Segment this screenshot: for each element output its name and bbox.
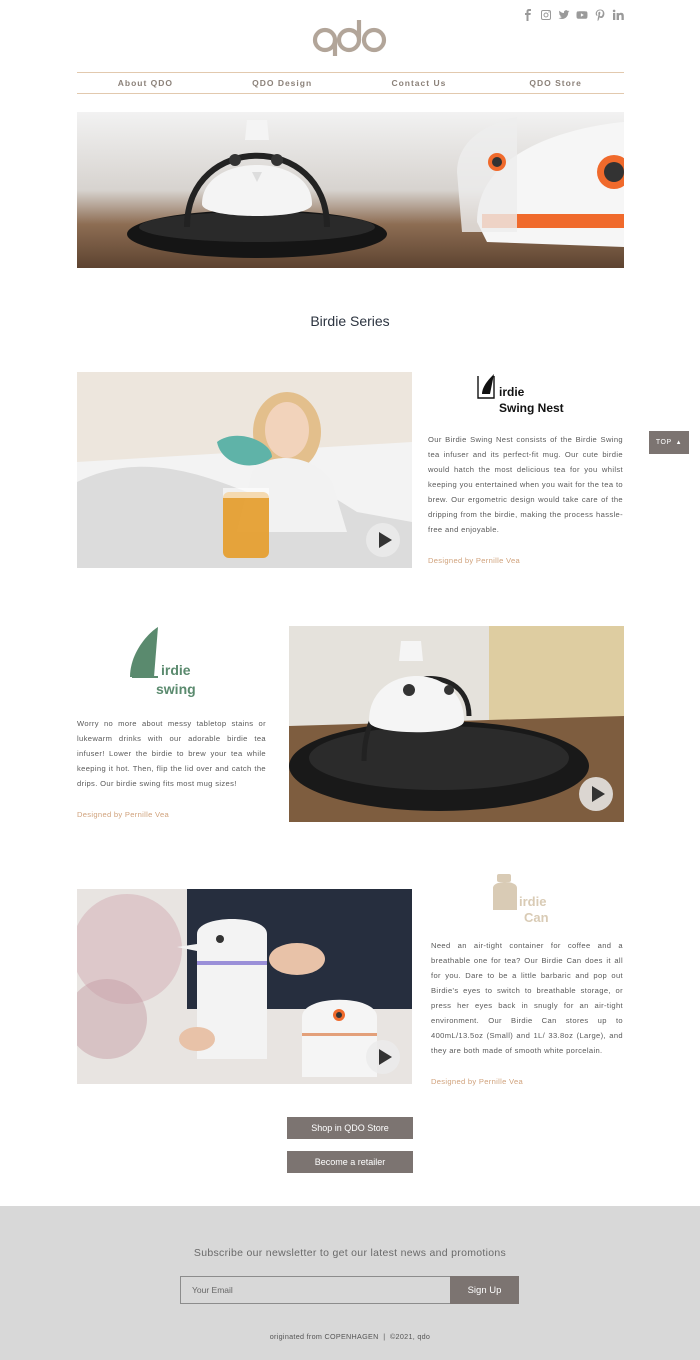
product-description: Our Birdie Swing Nest consists of the Bi… — [428, 435, 623, 534]
main-nav: About QDO QDO Design Contact Us QDO Stor… — [77, 72, 624, 94]
instagram-icon[interactable] — [540, 9, 552, 21]
birdie-can-video[interactable] — [77, 889, 412, 1084]
pinterest-icon[interactable] — [594, 9, 606, 21]
nav-contact[interactable]: Contact Us — [351, 78, 488, 88]
chevron-up-icon: ▲ — [675, 439, 683, 446]
brand-line-1: irdie — [161, 662, 191, 678]
product-description: Need an air-tight container for coffee a… — [431, 941, 623, 1055]
product-description: Worry no more about messy tabletop stain… — [77, 719, 266, 788]
brand-line-1: irdie — [499, 385, 525, 399]
footer: Subscribe our newsletter to get our late… — [0, 1206, 700, 1360]
birdie-swing-video[interactable] — [289, 626, 624, 822]
nav-design[interactable]: QDO Design — [214, 78, 351, 88]
play-video-button[interactable] — [579, 777, 613, 811]
section-title: Birdie Series — [310, 313, 390, 329]
brand-line-2: swing — [156, 681, 196, 697]
youtube-icon[interactable] — [576, 9, 588, 21]
email-input[interactable] — [180, 1276, 451, 1304]
newsletter-text: Subscribe our newsletter to get our late… — [193, 1247, 507, 1259]
nav-store[interactable]: QDO Store — [487, 78, 624, 88]
brand-line-1: irdie — [519, 894, 547, 909]
birdie-swing-nest-logo: irdie Swing Nest — [476, 370, 566, 418]
qdo-logo[interactable] — [311, 16, 389, 56]
designer-credit[interactable]: Designed by Pernille Vea — [431, 1077, 523, 1086]
designer-credit[interactable]: Designed by Pernille Vea — [77, 810, 169, 819]
brand-line-2: Swing Nest — [499, 401, 564, 415]
back-to-top-button[interactable]: TOP ▲ — [649, 431, 689, 454]
play-video-button[interactable] — [366, 523, 400, 557]
copyright-text: originated from COPENHAGEN | ©2021, qdo — [269, 1332, 431, 1341]
shop-store-button[interactable]: Shop in QDO Store — [287, 1117, 413, 1139]
birdie-can-logo: irdie Can — [489, 874, 569, 926]
hero-banner-image — [77, 112, 624, 268]
designer-credit[interactable]: Designed by Pernille Vea — [428, 556, 520, 565]
birdie-swing-logo: irdie swing — [128, 627, 208, 699]
social-links — [522, 9, 624, 21]
birdie-swing-nest-video[interactable] — [77, 372, 412, 568]
play-video-button[interactable] — [366, 1040, 400, 1074]
linkedin-icon[interactable] — [612, 9, 624, 21]
twitter-icon[interactable] — [558, 9, 570, 21]
top-label: TOP — [655, 439, 672, 446]
brand-line-2: Can — [524, 910, 549, 925]
signup-button[interactable]: Sign Up — [450, 1276, 519, 1304]
facebook-icon[interactable] — [522, 9, 534, 21]
nav-about[interactable]: About QDO — [77, 78, 214, 88]
become-retailer-button[interactable]: Become a retailer — [287, 1151, 413, 1173]
